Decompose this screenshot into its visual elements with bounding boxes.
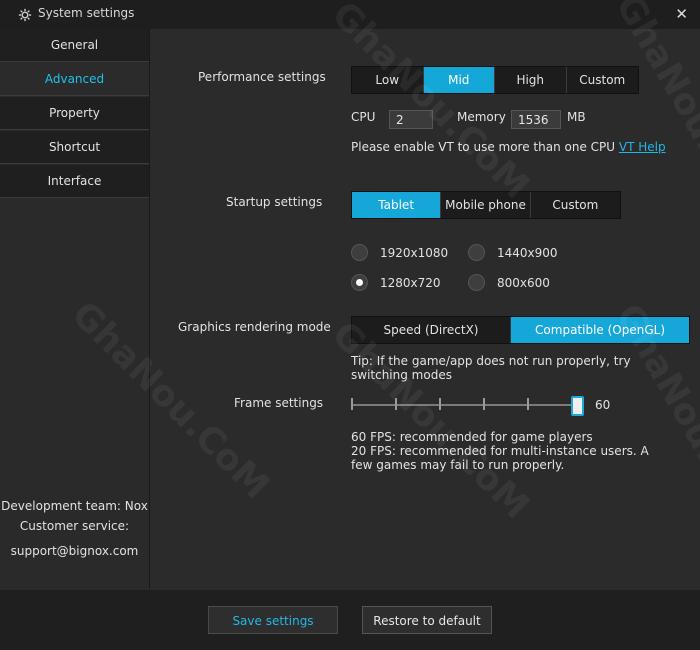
- radio-button: [351, 244, 368, 261]
- footer-bar: Save settings Restore to default: [0, 590, 700, 650]
- gear-icon: [18, 8, 32, 22]
- support-email: support@bignox.com: [10, 544, 139, 558]
- startup-mobile-phone-option[interactable]: Mobile phone: [441, 192, 531, 218]
- resolution-800x600[interactable]: 800x600: [468, 274, 550, 291]
- sidebar-item-interface[interactable]: Interface: [0, 165, 149, 198]
- graphics-selector: Speed (DirectX) Compatible (OpenGL): [351, 316, 690, 344]
- window-title: System settings: [38, 6, 135, 20]
- graphics-rendering-label: Graphics rendering mode: [178, 320, 331, 334]
- slider-tick: [527, 398, 529, 410]
- frame-note-20fps: 20 FPS: recommended for multi-instance u…: [351, 444, 649, 472]
- performance-custom-option[interactable]: Custom: [566, 67, 638, 93]
- slider-tick: [483, 398, 485, 410]
- cpu-field[interactable]: 2: [389, 110, 433, 129]
- vt-note-text: Please enable VT to use more than one CP…: [351, 140, 616, 154]
- memory-field[interactable]: 1536: [511, 110, 561, 129]
- sidebar-item-advanced[interactable]: Advanced: [0, 63, 149, 96]
- resolution-label: 1440x900: [497, 245, 558, 260]
- sidebar-item-shortcut[interactable]: Shortcut: [0, 131, 149, 164]
- resolution-label: 1920x1080: [380, 245, 449, 260]
- memory-label: Memory: [457, 110, 506, 124]
- customer-service-label: Customer service:: [19, 519, 130, 533]
- memory-unit: MB: [567, 110, 586, 124]
- radio-button: [468, 274, 485, 291]
- cpu-label: CPU: [351, 110, 376, 124]
- frame-note-60fps: 60 FPS: recommended for game players: [351, 430, 593, 444]
- performance-selector: Low Mid High Custom: [351, 66, 639, 94]
- performance-high-option[interactable]: High: [495, 67, 567, 93]
- performance-low-option[interactable]: Low: [352, 67, 424, 93]
- resolution-1920x1080[interactable]: 1920x1080: [351, 244, 448, 261]
- sidebar: General Advanced Property Shortcut Inter…: [0, 29, 150, 589]
- close-icon[interactable]: ✕: [675, 5, 688, 23]
- sidebar-item-general[interactable]: General: [0, 29, 149, 62]
- resolution-1440x900[interactable]: 1440x900: [468, 244, 558, 261]
- frame-settings-label: Frame settings: [234, 396, 324, 410]
- startup-settings-label: Startup settings: [226, 195, 323, 209]
- resolution-label: 1280x720: [380, 275, 441, 290]
- slider-tick: [395, 398, 397, 410]
- vt-help-link[interactable]: VT Help: [619, 140, 666, 154]
- frame-value: 60: [595, 398, 611, 412]
- performance-mid-option[interactable]: Mid: [423, 67, 495, 93]
- resolution-label: 800x600: [497, 275, 550, 290]
- slider-handle[interactable]: [571, 396, 584, 416]
- resolution-1280x720[interactable]: 1280x720: [351, 274, 441, 291]
- startup-custom-option[interactable]: Custom: [530, 192, 620, 218]
- slider-tick: [439, 398, 441, 410]
- settings-panel: Performance settings Low Mid High Custom…: [150, 29, 700, 589]
- restore-default-button[interactable]: Restore to default: [362, 606, 492, 634]
- graphics-tip: Tip: If the game/app does not run proper…: [351, 354, 631, 382]
- graphics-opengl-option[interactable]: Compatible (OpenGL): [511, 317, 689, 343]
- slider-track: [351, 404, 577, 406]
- radio-button: [468, 244, 485, 261]
- title-bar: System settings ✕: [0, 0, 700, 29]
- development-team-text: Development team: Nox: [1, 499, 148, 513]
- startup-tablet-option[interactable]: Tablet: [352, 192, 442, 218]
- save-settings-button[interactable]: Save settings: [208, 606, 338, 634]
- performance-settings-label: Performance settings: [198, 70, 326, 84]
- graphics-directx-option[interactable]: Speed (DirectX): [352, 317, 512, 343]
- vt-note: Please enable VT to use more than one CP…: [351, 140, 666, 154]
- startup-selector: Tablet Mobile phone Custom: [351, 191, 621, 219]
- slider-tick: [351, 398, 353, 410]
- radio-button-selected: [351, 274, 368, 291]
- frame-slider[interactable]: [351, 395, 584, 416]
- sidebar-item-property[interactable]: Property: [0, 97, 149, 130]
